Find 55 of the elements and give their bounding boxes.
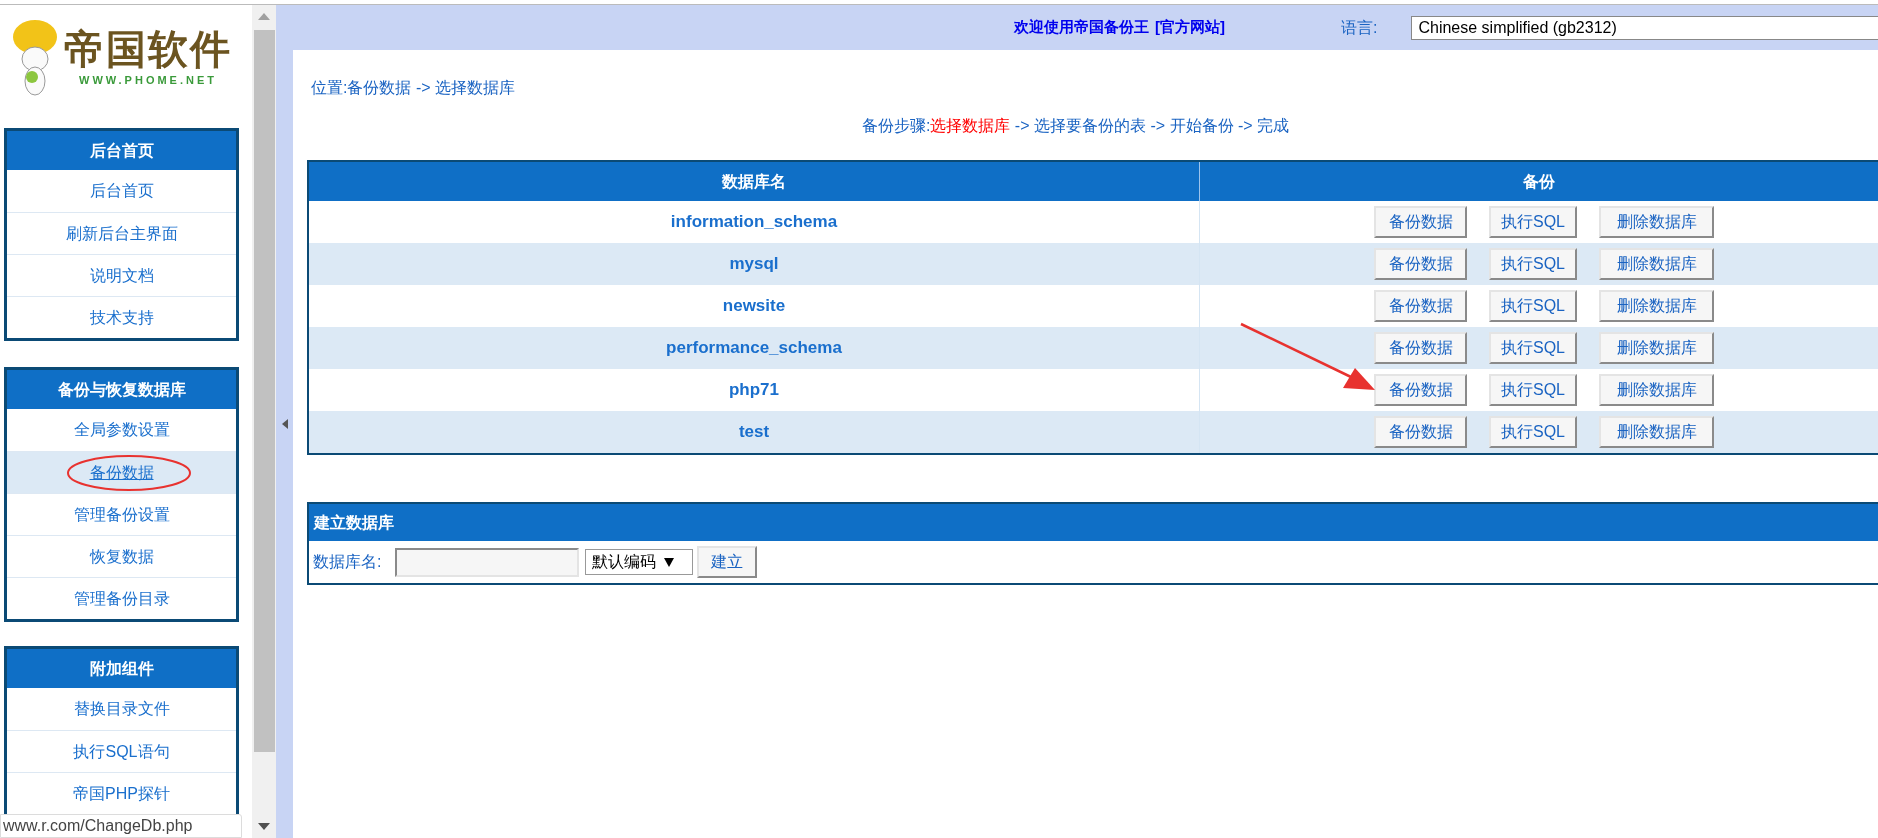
step-separator: -> (1013, 116, 1031, 136)
panel-header: 附加组件 (7, 649, 236, 688)
panel-header: 后台首页 (7, 131, 236, 170)
scroll-up-icon[interactable] (258, 13, 270, 20)
database-name: information_schema (669, 211, 839, 234)
database-name: mysql (728, 253, 780, 276)
action-button[interactable]: 删除数据库 (1599, 374, 1714, 406)
step-label: 选择要备份的表 (1033, 116, 1146, 136)
action-button[interactable]: 删除数据库 (1599, 416, 1714, 448)
official-site-link[interactable]: [官方网站] (1155, 16, 1225, 39)
breadcrumb: 位置:备份数据 -> 选择数据库 (311, 78, 515, 98)
action-button[interactable]: 备份数据 (1374, 416, 1467, 448)
panel-header: 建立数据库 (309, 504, 1878, 541)
action-button[interactable]: 备份数据 (1374, 290, 1467, 322)
collapse-icon[interactable] (281, 419, 288, 429)
action-button[interactable]: 执行SQL (1489, 206, 1577, 238)
create-button[interactable]: 建立 (697, 546, 758, 578)
database-name: performance_schema (665, 337, 843, 360)
welcome-text: 欢迎使用帝国备份王 (1014, 17, 1149, 38)
action-button[interactable]: 删除数据库 (1599, 332, 1714, 364)
scrollbar-thumb[interactable] (253, 30, 275, 752)
database-name: test (737, 421, 771, 444)
action-button[interactable]: 备份数据 (1374, 374, 1467, 406)
database-name: php71 (727, 379, 781, 402)
action-button[interactable]: 备份数据 (1374, 248, 1467, 280)
action-button[interactable]: 备份数据 (1374, 332, 1467, 364)
action-button[interactable]: 删除数据库 (1599, 206, 1714, 238)
action-button[interactable]: 删除数据库 (1599, 248, 1714, 280)
action-button[interactable]: 执行SQL (1489, 374, 1577, 406)
logo-url: WWW.PHOME.NET (79, 73, 217, 89)
encoding-select[interactable]: 默认编码 (585, 549, 694, 575)
step-label: 选择数据库 (930, 116, 1011, 136)
step-separator: -> (1149, 116, 1167, 136)
field-label: 数据库名: (313, 552, 382, 572)
action-button[interactable]: 备份数据 (1374, 206, 1467, 238)
status-url: www.r.com/ChangeDb.php (0, 814, 242, 838)
database-name-field[interactable] (395, 547, 580, 577)
column-header: 数据库名 (721, 171, 787, 192)
language-label: 语言: (1341, 17, 1378, 38)
sidebar-item[interactable]: 备份数据 (7, 451, 236, 493)
steps-label: 备份步骤: (861, 116, 931, 136)
action-button[interactable]: 执行SQL (1489, 248, 1577, 280)
logo-title: 帝国软件 (64, 26, 232, 73)
action-button[interactable]: 执行SQL (1489, 332, 1577, 364)
step-separator: -> (1236, 116, 1254, 136)
step-label: 开始备份 (1169, 116, 1234, 136)
step-label: 完成 (1257, 116, 1290, 136)
action-button[interactable]: 执行SQL (1489, 416, 1577, 448)
dropdown-icon (664, 557, 675, 567)
action-button[interactable]: 执行SQL (1489, 290, 1577, 322)
panel-header: 备份与恢复数据库 (7, 370, 236, 409)
database-name: newsite (721, 295, 787, 318)
scroll-down-icon[interactable] (258, 823, 270, 830)
language-select[interactable]: Chinese simplified (gb2312) (1411, 15, 1878, 40)
action-button[interactable]: 删除数据库 (1599, 290, 1714, 322)
